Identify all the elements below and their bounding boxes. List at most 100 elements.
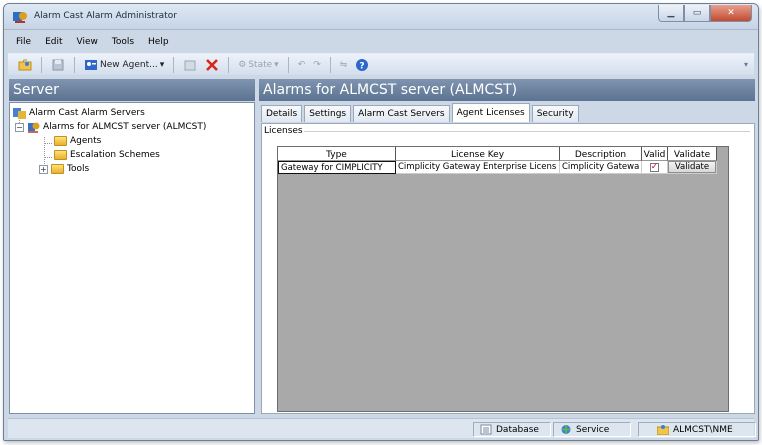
minimize-icon: ▁ bbox=[667, 8, 675, 18]
column-header-license-key[interactable]: License Key bbox=[396, 147, 560, 161]
menu-file[interactable]: File bbox=[16, 37, 31, 47]
toolbar-grip-icon[interactable]: ▾ bbox=[744, 60, 748, 69]
database-icon bbox=[480, 424, 492, 435]
user-label: ALMCST\NME bbox=[673, 424, 733, 435]
dropdown-arrow-icon[interactable]: ▾ bbox=[160, 60, 165, 70]
database-label: Database bbox=[496, 424, 539, 435]
tree-node-label: Agents bbox=[70, 136, 102, 146]
validate-button[interactable]: Validate bbox=[668, 161, 716, 173]
redo-icon: ↷ bbox=[313, 59, 321, 70]
toolbar-separator bbox=[228, 56, 230, 73]
save-button[interactable] bbox=[49, 56, 67, 74]
tab-settings[interactable]: Settings bbox=[304, 105, 352, 122]
cell-validate[interactable]: Validate bbox=[668, 161, 717, 174]
tab-strip: Details Settings Alarm Cast Servers Agen… bbox=[261, 103, 581, 123]
toolbar: New Agent... ▾ ⚙ State ▾ ↶ ↷ ⇋ ? ▾ bbox=[8, 53, 754, 75]
minimize-button[interactable]: ▁ bbox=[658, 5, 684, 22]
filter-button[interactable]: ⇋ bbox=[338, 56, 350, 74]
service-icon bbox=[561, 425, 571, 434]
server-tree[interactable]: Alarm Cast Alarm Servers − Alarms for AL… bbox=[9, 102, 255, 414]
status-database: Database bbox=[473, 422, 551, 437]
redo-button[interactable]: ↷ bbox=[311, 56, 323, 74]
app-window: Alarm Cast Alarm Administrator ▁ ▭ ✕ Fil… bbox=[3, 3, 759, 441]
group-divider bbox=[304, 131, 750, 132]
tab-agent-licenses[interactable]: Agent Licenses bbox=[451, 103, 530, 122]
help-button[interactable]: ? bbox=[353, 56, 371, 74]
valid-checkbox[interactable]: ✓ bbox=[650, 161, 659, 172]
toolbar-separator bbox=[41, 56, 42, 73]
delete-button[interactable] bbox=[203, 56, 221, 74]
tree-node-server[interactable]: − Alarms for ALMCST server (ALMCST) bbox=[15, 121, 206, 133]
new-agent-label: New Agent... bbox=[100, 59, 158, 70]
tab-alarm-cast-servers[interactable]: Alarm Cast Servers bbox=[353, 105, 450, 122]
licenses-grid[interactable]: Type License Key Description Valid Valid… bbox=[277, 146, 729, 412]
undo-icon: ↶ bbox=[297, 59, 306, 70]
title-bar[interactable]: Alarm Cast Alarm Administrator ▁ ▭ ✕ bbox=[4, 4, 758, 30]
menu-edit[interactable]: Edit bbox=[45, 37, 62, 47]
column-header-type[interactable]: Type bbox=[278, 147, 396, 161]
window-title: Alarm Cast Alarm Administrator bbox=[34, 11, 177, 21]
dropdown-arrow-icon: ▾ bbox=[274, 59, 279, 70]
check-icon: ✓ bbox=[650, 161, 659, 172]
column-header-valid[interactable]: Valid bbox=[642, 147, 668, 161]
svg-text:?: ? bbox=[360, 61, 365, 71]
collapse-icon[interactable]: − bbox=[15, 122, 24, 132]
open-folder-icon bbox=[18, 59, 32, 70]
tree-node-escalation-schemes[interactable]: Escalation Schemes bbox=[54, 150, 160, 160]
tab-security[interactable]: Security bbox=[531, 105, 579, 122]
save-icon bbox=[52, 59, 64, 70]
maximize-icon: ▭ bbox=[692, 8, 702, 18]
column-header-description[interactable]: Description bbox=[560, 147, 642, 161]
licenses-group-label: Licenses bbox=[264, 126, 306, 136]
properties-button[interactable] bbox=[181, 56, 199, 74]
folder-icon bbox=[54, 150, 67, 160]
folder-icon bbox=[54, 136, 67, 146]
toolbar-separator bbox=[329, 56, 331, 73]
state-label: State bbox=[248, 59, 273, 70]
tree-node-label: Tools bbox=[67, 164, 90, 174]
tree-connector bbox=[44, 157, 52, 158]
server-alarm-icon bbox=[28, 122, 40, 133]
close-button[interactable]: ✕ bbox=[710, 5, 752, 22]
new-agent-button[interactable]: New Agent... ▾ bbox=[82, 56, 166, 74]
menu-view[interactable]: View bbox=[77, 37, 98, 47]
user-folder-icon bbox=[657, 425, 669, 435]
toolbar-separator bbox=[173, 56, 175, 73]
maximize-button[interactable]: ▭ bbox=[684, 5, 710, 22]
folder-icon bbox=[51, 164, 64, 174]
servers-icon bbox=[13, 108, 26, 119]
help-icon: ? bbox=[356, 58, 369, 71]
tree-node-root[interactable]: Alarm Cast Alarm Servers bbox=[13, 107, 145, 119]
cell-type[interactable]: Gateway for CIMPLICITY bbox=[278, 161, 396, 174]
cell-description[interactable]: Cimplicity Gatewa bbox=[560, 161, 642, 174]
menu-tools[interactable]: Tools bbox=[112, 37, 134, 47]
status-service: Service bbox=[553, 422, 631, 437]
toolbar-separator bbox=[74, 56, 75, 73]
service-label: Service bbox=[576, 424, 610, 435]
expand-icon[interactable]: + bbox=[39, 164, 48, 174]
cell-license-key[interactable]: Cimplicity Gateway Enterprise Licens bbox=[396, 161, 560, 174]
tree-node-label: Escalation Schemes bbox=[70, 150, 160, 160]
status-user: ALMCST\NME bbox=[638, 422, 756, 437]
filter-icon: ⇋ bbox=[339, 59, 348, 70]
close-icon: ✕ bbox=[727, 8, 735, 18]
tree-node-label: Alarm Cast Alarm Servers bbox=[29, 108, 145, 118]
tab-details[interactable]: Details bbox=[261, 105, 303, 122]
state-button[interactable]: ⚙ State ▾ bbox=[236, 56, 280, 74]
tree-node-tools[interactable]: + Tools bbox=[39, 164, 89, 174]
cell-valid[interactable]: ✓ bbox=[642, 161, 668, 174]
tree-node-agents[interactable]: Agents bbox=[54, 136, 101, 146]
menu-bar: File Edit View Tools Help bbox=[8, 34, 754, 50]
toolbar-separator bbox=[287, 56, 289, 73]
state-icon: ⚙ bbox=[238, 59, 247, 70]
column-header-validate[interactable]: Validate bbox=[668, 147, 717, 161]
table-row[interactable]: Gateway for CIMPLICITY Cimplicity Gatewa… bbox=[278, 161, 717, 174]
new-agent-icon bbox=[85, 59, 97, 70]
tree-connector bbox=[44, 143, 52, 144]
open-button[interactable] bbox=[16, 56, 34, 74]
agent-licenses-panel: Licenses Type License Key Description Va… bbox=[261, 123, 755, 414]
left-panel-header: Server bbox=[9, 79, 255, 101]
undo-button[interactable]: ↶ bbox=[296, 56, 308, 74]
menu-help[interactable]: Help bbox=[148, 37, 169, 47]
app-icon bbox=[13, 12, 27, 23]
